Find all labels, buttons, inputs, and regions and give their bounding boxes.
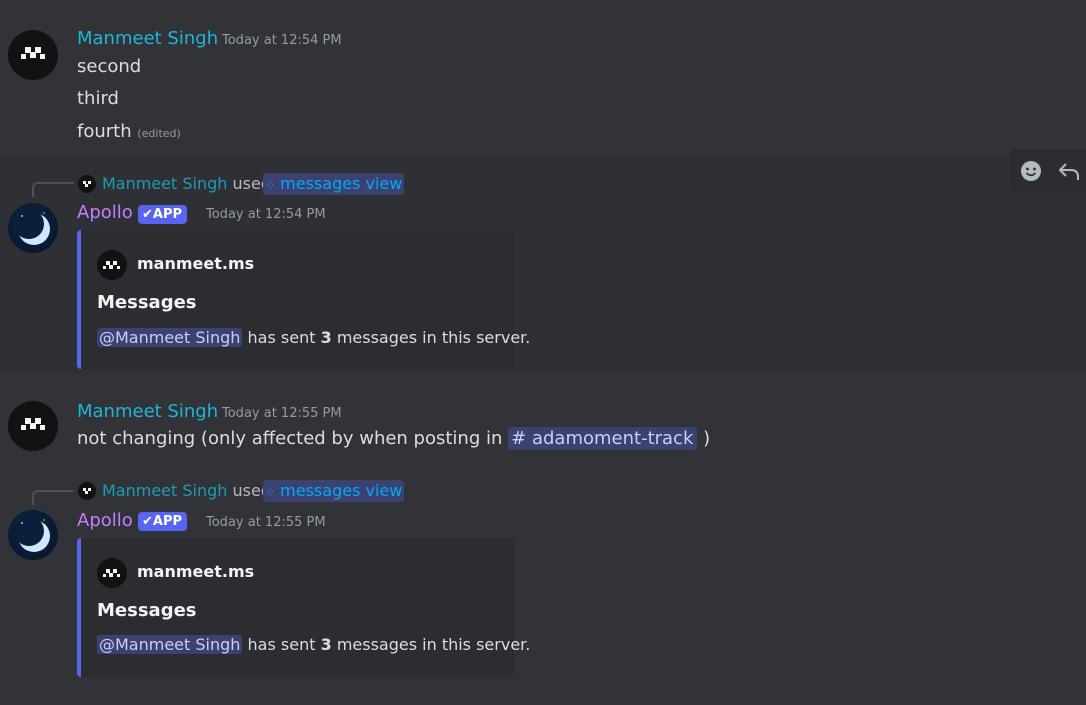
avatar-manmeet[interactable]: [8, 30, 58, 80]
app-badge: ✔APP: [138, 512, 188, 531]
message-text: fourth: [77, 121, 132, 142]
embed-description: @Manmeet Singh has sent 3 messages in th…: [97, 328, 530, 347]
embed-author-icon: [97, 558, 127, 588]
embed: manmeet.ms Messages @Manmeet Singh has s…: [77, 230, 530, 369]
reply-username[interactable]: Manmeet Singh: [102, 174, 227, 193]
command-pill[interactable]: ⁘ messages view: [263, 173, 405, 195]
username[interactable]: Apollo: [77, 510, 133, 531]
message-line: fourth (edited): [77, 121, 181, 142]
command-icon: ⁘: [265, 178, 276, 192]
timestamp: Today at 12:54 PM: [206, 207, 326, 222]
embed: manmeet.ms Messages @Manmeet Singh has s…: [77, 538, 530, 677]
timestamp: Today at 12:55 PM: [206, 515, 326, 530]
reply-spine: [32, 182, 74, 197]
message-text: not changing (only affected by when post…: [77, 428, 503, 449]
message-text: ): [703, 428, 711, 449]
embed-text: messages in this server.: [336, 328, 531, 347]
add-reaction-icon[interactable]: [1019, 159, 1043, 183]
edited-label: (edited): [137, 127, 181, 140]
message-line: third: [77, 88, 119, 109]
reply-icon[interactable]: [1057, 159, 1081, 183]
channel-mention[interactable]: # adamoment-track: [508, 427, 698, 450]
embed-author[interactable]: manmeet.ms: [137, 254, 254, 273]
embed-title: Messages: [97, 292, 197, 313]
embed-text: has sent: [247, 635, 316, 654]
hashtag-icon: #: [511, 428, 527, 449]
message-line: second: [77, 56, 142, 77]
message-count: 3: [320, 328, 332, 347]
check-icon: ✔: [142, 207, 153, 222]
avatar-apollo[interactable]: [8, 203, 58, 253]
user-mention[interactable]: @Manmeet Singh: [97, 635, 243, 654]
embed-title: Messages: [97, 600, 197, 621]
embed-text: has sent: [247, 328, 316, 347]
embed-author[interactable]: manmeet.ms: [137, 562, 254, 581]
reply-context: Manmeet Singh used: [102, 481, 271, 500]
timestamp: Today at 12:54 PM: [222, 33, 342, 48]
message-actions-toolbar: [1010, 150, 1086, 192]
embed-description: @Manmeet Singh has sent 3 messages in th…: [97, 635, 530, 654]
check-icon: ✔: [142, 514, 153, 529]
command-pill[interactable]: ⁘ messages view: [263, 480, 405, 502]
reply-spine: [32, 490, 74, 505]
app-badge: ✔APP: [138, 205, 188, 224]
channel-name: adamoment-track: [531, 428, 694, 449]
message-line: not changing (only affected by when post…: [77, 427, 711, 450]
reply-context: Manmeet Singh used: [102, 174, 271, 193]
user-mention[interactable]: @Manmeet Singh: [97, 328, 243, 347]
badge-label: APP: [152, 514, 183, 529]
reply-username[interactable]: Manmeet Singh: [102, 481, 227, 500]
embed-author-icon: [97, 250, 127, 280]
badge-label: APP: [152, 207, 183, 222]
command-name: messages view: [280, 174, 403, 193]
avatar-small-manmeet[interactable]: [78, 175, 96, 193]
message-count: 3: [320, 635, 332, 654]
avatar-manmeet[interactable]: [8, 401, 58, 451]
command-icon: ⁘: [265, 485, 276, 499]
embed-text: messages in this server.: [336, 635, 531, 654]
command-name: messages view: [280, 481, 403, 500]
username[interactable]: Manmeet Singh: [77, 28, 218, 49]
username[interactable]: Apollo: [77, 202, 133, 223]
timestamp: Today at 12:55 PM: [222, 406, 342, 421]
username[interactable]: Manmeet Singh: [77, 401, 218, 422]
avatar-apollo[interactable]: [8, 510, 58, 560]
avatar-small-manmeet[interactable]: [78, 482, 96, 500]
